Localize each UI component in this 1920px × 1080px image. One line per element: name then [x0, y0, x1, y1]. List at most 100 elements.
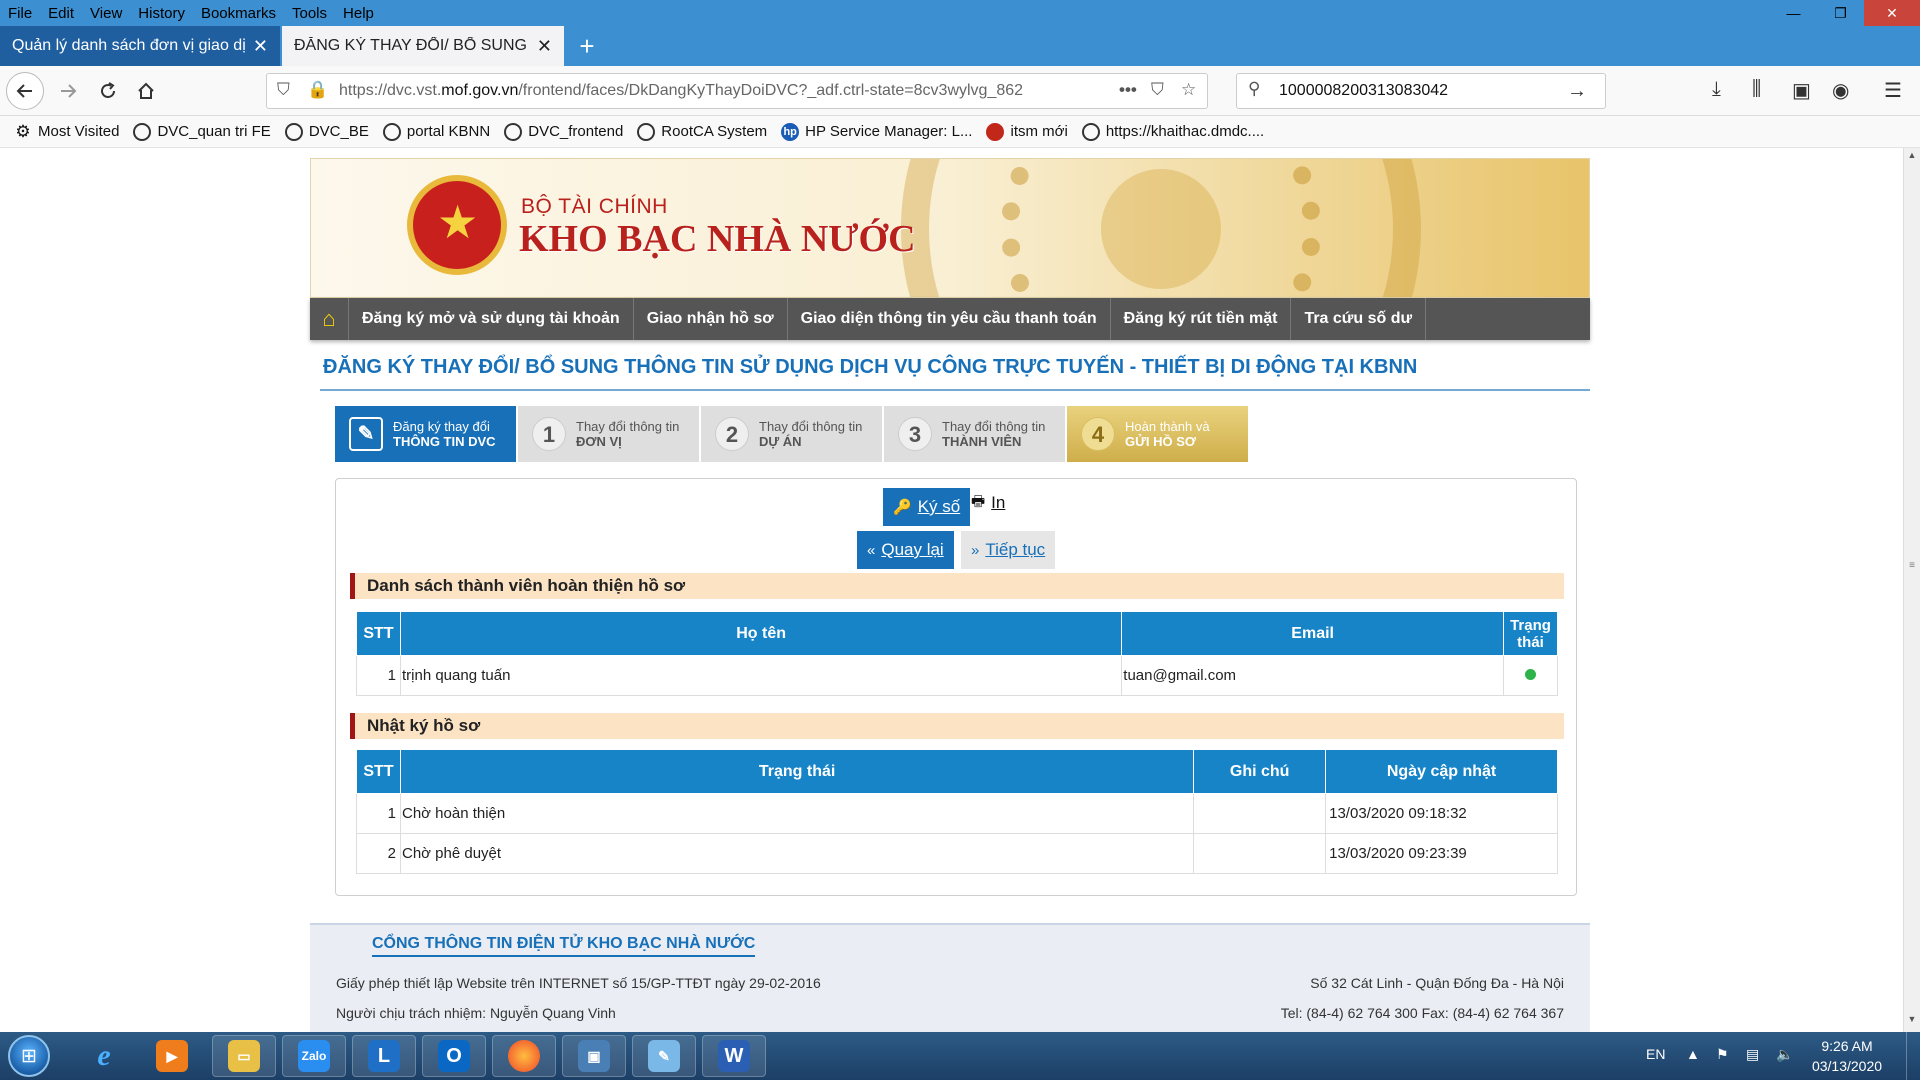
- firefox-taskbar-icon[interactable]: [492, 1035, 556, 1077]
- media-player-taskbar-icon[interactable]: ▶: [140, 1035, 204, 1077]
- bookmark-star-icon[interactable]: ☆: [1181, 80, 1196, 100]
- search-bar[interactable]: ⚲ →: [1236, 73, 1606, 109]
- sidebar-icon[interactable]: ▣: [1792, 78, 1811, 103]
- step-don-vi[interactable]: 1 Thay đổi thông tin ĐƠN VỊ: [518, 406, 699, 462]
- globe-icon: [637, 122, 656, 141]
- action-center-icon[interactable]: ⚑: [1716, 1046, 1729, 1063]
- footer-phone: Tel: (84-4) 62 764 300 Fax: (84-4) 62 76…: [1280, 1005, 1564, 1021]
- zalo-taskbar-icon[interactable]: Zalo: [282, 1035, 346, 1077]
- lock-warning-icon[interactable]: 🔒: [307, 80, 328, 100]
- menu-history[interactable]: History: [130, 5, 193, 22]
- home-icon[interactable]: ⌂: [310, 298, 348, 340]
- print-button[interactable]: 🖶 In: [961, 484, 1015, 522]
- file-explorer-taskbar-icon[interactable]: ▭: [212, 1035, 276, 1077]
- search-icon: ⚲: [1248, 79, 1261, 98]
- downloads-icon[interactable]: ⤓: [1712, 78, 1721, 101]
- new-tab-button[interactable]: +: [570, 30, 604, 62]
- nav-yeu-cau-thanh-toan[interactable]: Giao diện thông tin yêu cầu thanh toán: [786, 298, 1110, 340]
- home-button[interactable]: [128, 73, 164, 109]
- table-row[interactable]: 2 Chờ phê duyệt 13/03/2020 09:23:39: [356, 833, 1558, 874]
- tray-expand-icon[interactable]: ▲: [1686, 1046, 1700, 1062]
- volume-icon[interactable]: 🔈: [1776, 1046, 1793, 1063]
- bookmark-dvc-frontend[interactable]: DVC_frontend: [504, 122, 623, 141]
- library-icon[interactable]: ⫼: [1752, 78, 1761, 101]
- members-table: STT Họ tên Email Trạng thái 1 trịnh quan…: [356, 611, 1558, 696]
- url-text[interactable]: https://dvc.vst.mof.gov.vn/frontend/face…: [339, 82, 1039, 100]
- url-bar[interactable]: ⛉ 🔒 https://dvc.vst.mof.gov.vn/frontend/…: [266, 73, 1208, 109]
- scroll-down-icon[interactable]: ▼: [1904, 1014, 1920, 1030]
- tab-close-icon[interactable]: ✕: [253, 36, 268, 57]
- account-icon[interactable]: ◉: [1832, 78, 1849, 103]
- menu-help[interactable]: Help: [335, 5, 382, 22]
- lync-taskbar-icon[interactable]: L: [352, 1035, 416, 1077]
- nav-rut-tien-mat[interactable]: Đăng ký rút tiền mặt: [1109, 298, 1291, 340]
- vertical-scrollbar[interactable]: ▲ ≡ ▼: [1903, 148, 1920, 1032]
- table-row[interactable]: 1 trịnh quang tuấn tuan@gmail.com: [356, 655, 1558, 696]
- step-number: 1: [532, 417, 566, 451]
- shield-icon[interactable]: ⛉: [277, 80, 290, 100]
- network-taskbar-icon[interactable]: ▣: [562, 1035, 626, 1077]
- tab-quan-ly[interactable]: Quản lý danh sách đơn vị giao dịch ✕: [0, 26, 280, 66]
- bookmark-most-visited[interactable]: ⚙ Most Visited: [14, 122, 119, 141]
- bookmark-hp-service[interactable]: hp HP Service Manager: L...: [781, 122, 972, 141]
- search-input[interactable]: [1277, 81, 1567, 101]
- windows-taskbar: ⊞ e ▶ ▭ Zalo L O ▣ ✎ W EN ▲ ⚑ ▤ 🔈 9:26 A…: [0, 1032, 1920, 1080]
- step-thanh-vien[interactable]: 3 Thay đổi thông tin THÀNH VIÊN: [884, 406, 1065, 462]
- network-status-icon[interactable]: ▤: [1746, 1046, 1759, 1063]
- pocket-icon[interactable]: ⛉: [1151, 80, 1164, 100]
- sign-button[interactable]: 🔑 Ký số: [883, 488, 971, 526]
- menu-tools[interactable]: Tools: [284, 5, 335, 22]
- globe-icon: [382, 122, 401, 141]
- menu-edit[interactable]: Edit: [40, 5, 82, 22]
- close-window-button[interactable]: ✕: [1864, 0, 1920, 26]
- back-button[interactable]: [6, 72, 44, 110]
- menu-view[interactable]: View: [82, 5, 130, 22]
- next-button[interactable]: » Tiếp tục: [961, 531, 1056, 569]
- footer-title-link[interactable]: CỔNG THÔNG TIN ĐIỆN TỬ KHO BẠC NHÀ NƯỚC: [372, 935, 756, 957]
- show-desktop-button[interactable]: [1906, 1032, 1920, 1080]
- forward-button[interactable]: [50, 73, 86, 109]
- bookmark-dvc-quan-tri[interactable]: DVC_quan tri FE: [133, 122, 271, 141]
- table-row[interactable]: 1 Chờ hoàn thiện 13/03/2020 09:18:32: [356, 793, 1558, 834]
- star-icon: ★: [437, 196, 479, 248]
- ie-taskbar-icon[interactable]: e: [72, 1035, 136, 1077]
- bookmark-dvc-be[interactable]: DVC_BE: [284, 122, 369, 141]
- language-indicator[interactable]: EN: [1646, 1046, 1665, 1062]
- paint-taskbar-icon[interactable]: ✎: [632, 1035, 696, 1077]
- col-ho-ten: Họ tên: [399, 611, 1123, 656]
- reload-button[interactable]: [90, 73, 126, 109]
- step-hoan-thanh[interactable]: 4 Hoàn thành và GỬI HỒ SƠ: [1067, 406, 1248, 462]
- scroll-grip-icon[interactable]: ≡: [1907, 560, 1917, 571]
- bookmark-rootca[interactable]: RootCA System: [637, 122, 767, 141]
- tab-dang-ky[interactable]: ĐĂNG KÝ THAY ĐỔI/ BỔ SUNG DỊCH ✕: [282, 26, 564, 66]
- hamburger-menu-icon[interactable]: ☰: [1884, 78, 1902, 103]
- tab-close-icon[interactable]: ✕: [537, 36, 552, 57]
- step-du-an[interactable]: 2 Thay đổi thông tin DỰ ÁN: [701, 406, 882, 462]
- restore-button[interactable]: ❐: [1817, 0, 1864, 26]
- menu-file[interactable]: File: [0, 5, 40, 22]
- back-button[interactable]: «Quay lại: [857, 531, 954, 569]
- members-section-header: Danh sách thành viên hoàn thiện hồ sơ: [350, 573, 1564, 599]
- col-ghi-chu: Ghi chú: [1193, 749, 1327, 794]
- hp-icon: hp: [781, 122, 800, 141]
- page-title: ĐĂNG KÝ THAY ĐỔI/ BỔ SUNG THÔNG TIN SỬ D…: [323, 356, 1418, 378]
- nav-dang-ky-tai-khoan[interactable]: Đăng ký mở và sử dụng tài khoản: [348, 298, 633, 340]
- menu-bookmarks[interactable]: Bookmarks: [193, 5, 284, 22]
- search-go-icon[interactable]: →: [1567, 80, 1587, 103]
- step-dang-ky[interactable]: ✎ Đăng ký thay đổi THÔNG TIN DVC: [335, 406, 516, 462]
- bookmark-khaithac[interactable]: https://khaithac.dmdc....: [1081, 122, 1264, 141]
- bookmark-portal-kbnn[interactable]: portal KBNN: [382, 122, 490, 141]
- nav-tra-cuu-so-du[interactable]: Tra cứu số dư: [1290, 298, 1427, 340]
- start-button[interactable]: ⊞: [8, 1035, 50, 1077]
- nav-giao-nhan-ho-so[interactable]: Giao nhận hồ sơ: [632, 298, 787, 340]
- word-taskbar-icon[interactable]: W: [702, 1035, 766, 1077]
- scroll-up-icon[interactable]: ▲: [1904, 150, 1920, 166]
- tab-label: ĐĂNG KÝ THAY ĐỔI/ BỔ SUNG DỊCH: [294, 37, 529, 54]
- system-clock[interactable]: 9:26 AM 03/13/2020: [1792, 1036, 1902, 1076]
- minimize-button[interactable]: —: [1770, 0, 1817, 26]
- outlook-taskbar-icon[interactable]: O: [422, 1035, 486, 1077]
- page-actions-icon[interactable]: •••: [1119, 80, 1137, 100]
- bookmark-itsm[interactable]: itsm mới: [986, 122, 1068, 141]
- step-number: 4: [1081, 417, 1115, 451]
- windows-logo-icon: ⊞: [21, 1046, 37, 1067]
